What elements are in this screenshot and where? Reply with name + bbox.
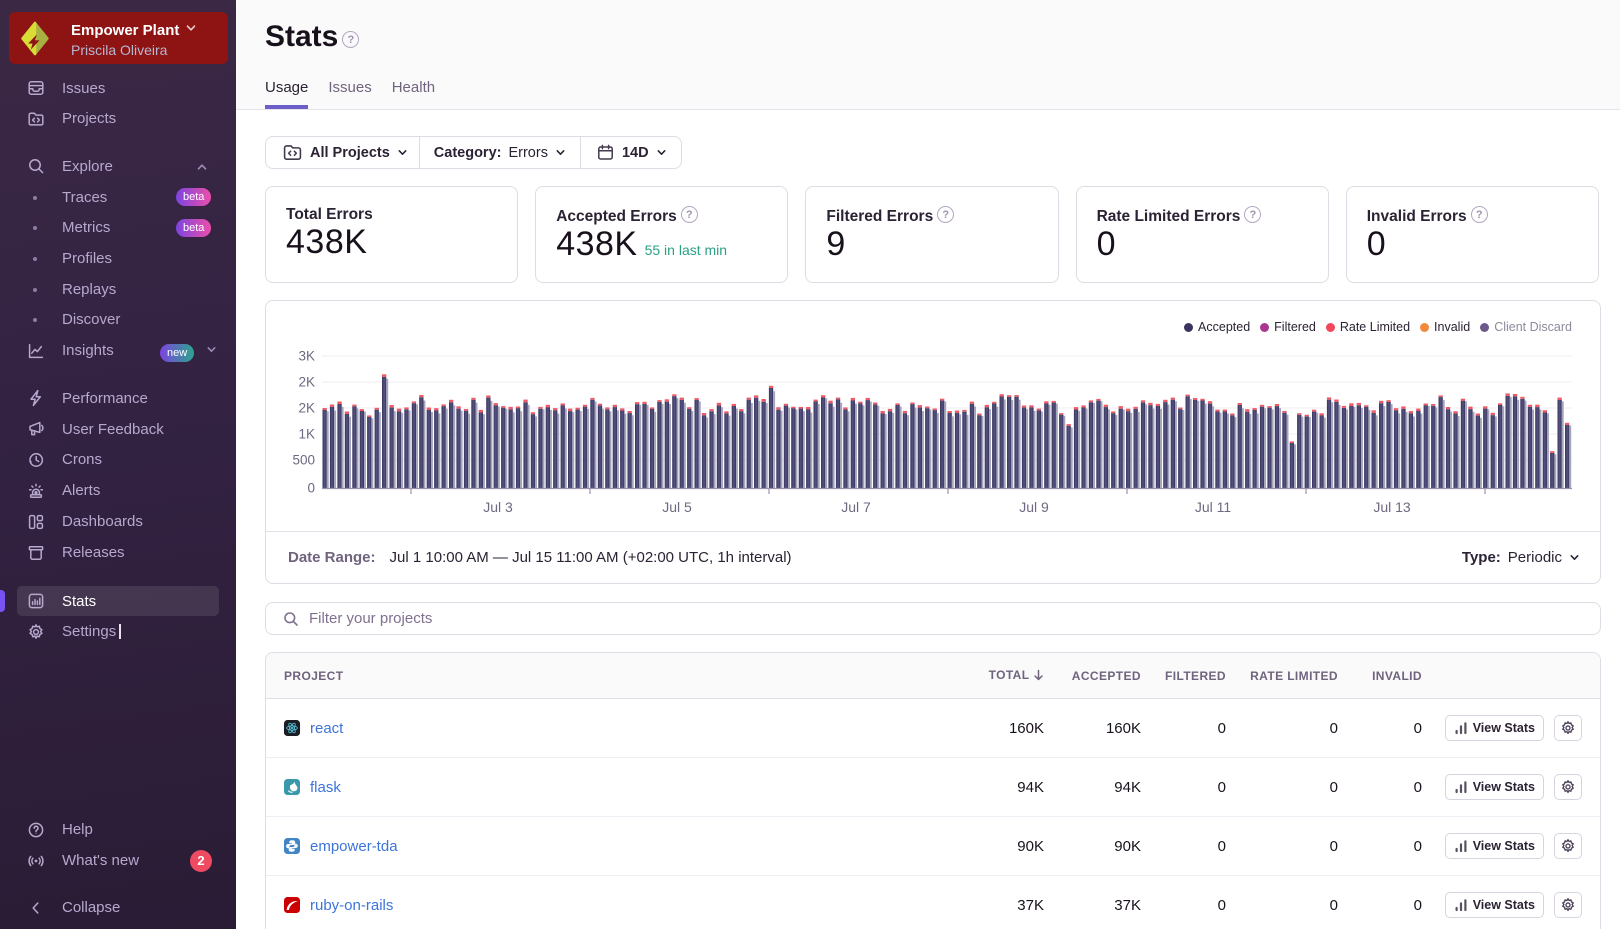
svg-text:Jul 5: Jul 5 <box>662 499 692 515</box>
svg-text:1K: 1K <box>298 427 315 442</box>
svg-text:0: 0 <box>307 481 315 496</box>
svg-text:Jul 3: Jul 3 <box>483 499 513 515</box>
svg-text:Jul 11: Jul 11 <box>1195 499 1232 515</box>
svg-text:3K: 3K <box>298 349 315 364</box>
svg-text:2K: 2K <box>298 401 315 416</box>
svg-text:500: 500 <box>292 453 315 468</box>
svg-text:2K: 2K <box>298 375 315 390</box>
svg-text:Jul 7: Jul 7 <box>841 499 871 515</box>
svg-text:Jul 13: Jul 13 <box>1373 499 1411 515</box>
svg-text:Jul 9: Jul 9 <box>1019 499 1049 515</box>
